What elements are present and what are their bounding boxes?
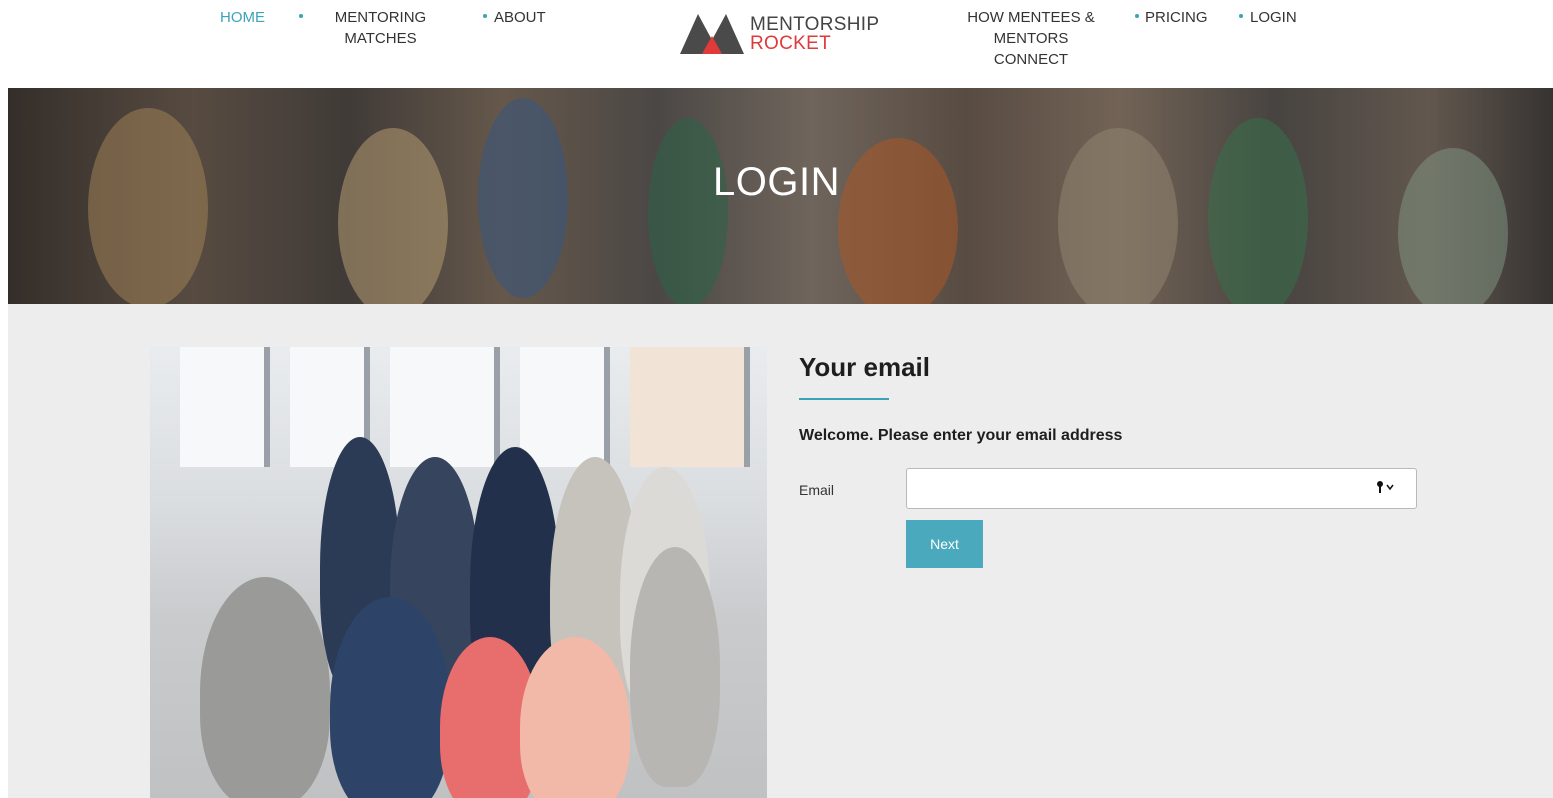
photo-window xyxy=(390,347,500,467)
nav-mentoring-matches[interactable]: MENTORING MATCHES xyxy=(328,7,433,49)
nav-about[interactable]: ABOUT xyxy=(494,7,546,28)
nav-bullet-icon xyxy=(299,14,303,18)
photo-window xyxy=(180,347,270,467)
top-nav: HOME MENTORING MATCHES ABOUT MENTORSHIP … xyxy=(0,0,1553,88)
nav-home[interactable]: HOME xyxy=(220,7,265,28)
nav-pricing[interactable]: PRICING xyxy=(1145,7,1208,28)
rocket-logo-icon xyxy=(680,14,744,54)
page-title: LOGIN xyxy=(713,160,840,204)
photo-person xyxy=(200,577,330,798)
nav-bullet-icon xyxy=(1135,14,1139,18)
logo-line-1: MENTORSHIP xyxy=(750,14,880,35)
team-photo xyxy=(150,347,767,798)
nav-how-connect[interactable]: HOW MENTEES & MENTORS CONNECT xyxy=(964,7,1098,70)
logo-line-2: ROCKET xyxy=(750,33,831,54)
welcome-text: Welcome. Please enter your email address xyxy=(799,427,1123,444)
nav-login[interactable]: LOGIN xyxy=(1250,7,1297,28)
photo-window xyxy=(520,347,610,467)
nav-bullet-icon xyxy=(1239,14,1243,18)
brand-logo[interactable]: MENTORSHIP ROCKET xyxy=(680,8,880,56)
email-label: Email xyxy=(799,482,835,498)
title-underline xyxy=(799,398,889,400)
form-title: Your email xyxy=(799,352,931,382)
logo-wordmark: MENTORSHIP ROCKET xyxy=(750,15,879,53)
key-chevron-icon xyxy=(1377,481,1394,493)
photo-window xyxy=(630,347,750,467)
email-field[interactable] xyxy=(906,468,1417,509)
nav-bullet-icon xyxy=(483,14,487,18)
next-button[interactable]: Next xyxy=(906,520,983,568)
password-manager-key-icon[interactable] xyxy=(1376,480,1398,496)
photo-person xyxy=(630,547,720,787)
